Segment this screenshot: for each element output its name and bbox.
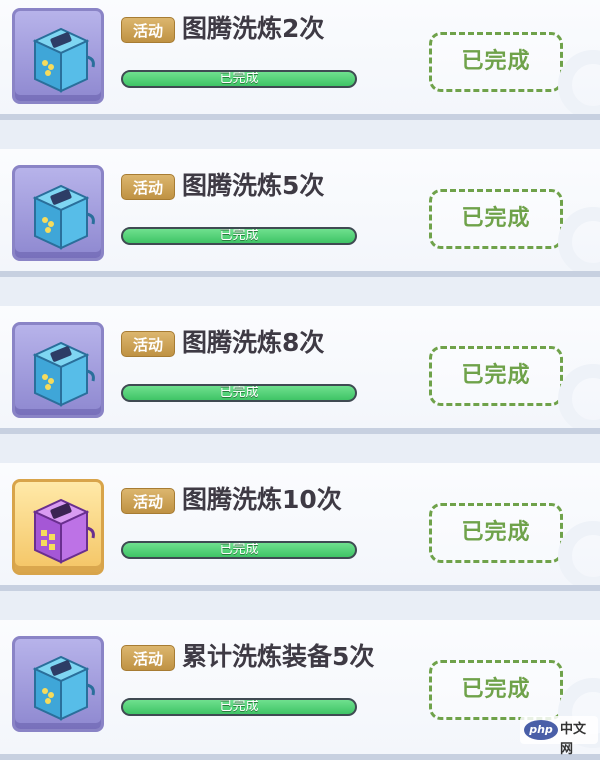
progress-label: 已完成 [219,699,259,714]
progress-label: 已完成 [219,542,259,557]
quest-title: 图腾洗炼2次 [182,14,325,43]
progress-label: 已完成 [219,71,259,86]
site-watermark: php 中文网 [520,716,598,757]
progress-bar: 已完成 [121,541,357,559]
reward-chest-icon [12,479,104,575]
completed-button-label: 已完成 [461,520,531,545]
quest-row: 活动 图腾洗炼5次 已完成 已完成 [0,149,600,277]
quest-row: 活动 累计洗炼装备5次 已完成 已完成 [0,620,600,760]
quest-row: 活动 图腾洗炼8次 已完成 已完成 [0,306,600,434]
activity-tag: 活动 [121,174,175,200]
activity-tag: 活动 [121,17,175,43]
reward-chest-icon [12,8,104,104]
quest-list: 活动 图腾洗炼2次 已完成 已完成 活动 图腾洗炼5次 已完成 已完成 活动 图… [0,0,600,760]
reward-chest-icon [12,165,104,261]
quest-title: 图腾洗炼8次 [182,328,325,357]
progress-label: 已完成 [219,228,259,243]
progress-bar: 已完成 [121,227,357,245]
watermark-text: 中文网 [560,722,587,757]
quest-title: 累计洗炼装备5次 [182,642,375,671]
completed-button-label: 已完成 [461,206,531,231]
completed-button[interactable]: 已完成 [429,503,563,563]
completed-button[interactable]: 已完成 [429,346,563,406]
reward-chest-icon [12,322,104,418]
completed-button[interactable]: 已完成 [429,189,563,249]
completed-button-label: 已完成 [461,677,531,702]
activity-tag: 活动 [121,331,175,357]
progress-bar: 已完成 [121,384,357,402]
progress-bar: 已完成 [121,70,357,88]
progress-bar: 已完成 [121,698,357,716]
completed-button-label: 已完成 [461,49,531,74]
activity-tag: 活动 [121,488,175,514]
quest-title: 图腾洗炼10次 [182,485,342,514]
php-logo-icon: php [524,720,558,740]
activity-tag: 活动 [121,645,175,671]
completed-button[interactable]: 已完成 [429,660,563,720]
reward-chest-icon [12,636,104,732]
progress-label: 已完成 [219,385,259,400]
quest-row: 活动 图腾洗炼2次 已完成 已完成 [0,0,600,120]
completed-button-label: 已完成 [461,363,531,388]
quest-title: 图腾洗炼5次 [182,171,325,200]
completed-button[interactable]: 已完成 [429,32,563,92]
quest-row: 活动 图腾洗炼10次 已完成 已完成 [0,463,600,591]
